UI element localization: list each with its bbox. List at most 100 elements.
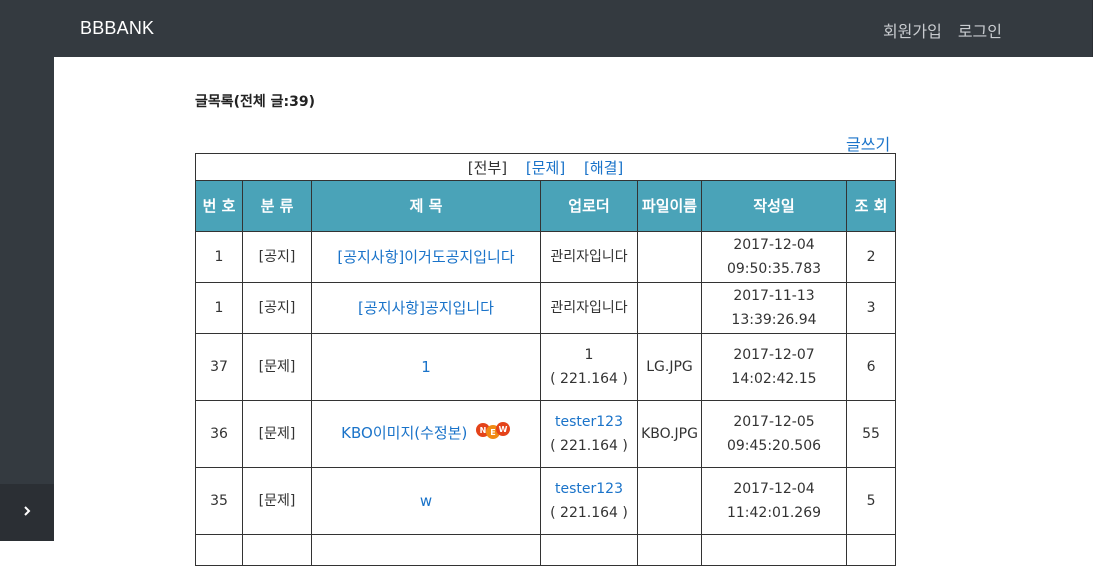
row-number: 35 [195,467,243,535]
created-date: 2017-12-04 [733,237,815,253]
chevron-right-icon [22,505,32,521]
main-content: 글목록(전체 글:39) 글쓰기 [전부] [문제] [해결] 번 호 분 류 … [54,57,1093,566]
row-uploader: tester123 ( 221.164 ) [540,400,638,468]
row-filename [637,534,702,566]
table-row [195,534,897,566]
svg-text:W: W [498,425,507,434]
row-created: 2017-11-13 13:39:26.94 [701,282,847,334]
column-header-created: 작성일 [701,180,847,232]
uploader-ip: ( 221.164 ) [550,505,628,521]
uploader-ip: ( 221.164 ) [550,438,628,454]
row-created: 2017-12-04 11:42:01.269 [701,467,847,535]
row-uploader: 1 ( 221.164 ) [540,333,638,401]
row-title-cell [311,534,541,566]
uploader-name[interactable]: tester123 [541,477,637,501]
row-uploader: 관리자입니다 [540,231,638,283]
uploader-name: 관리자입니다 [550,300,628,316]
row-views: 3 [845,282,897,334]
uploader-name: 1 [584,347,594,363]
row-filename [637,282,702,334]
table-row: 1 [공지] [공지사항]이거도공지입니다 관리자입니다 2017-12-04 0… [195,231,897,283]
table-row: 35 [문제] w tester123 ( 221.164 ) 2017-12-0… [195,467,897,535]
row-category: [공지] [242,282,312,334]
row-category: [공지] [242,231,312,283]
uploader-name[interactable]: tester123 [541,410,637,434]
created-date: 2017-11-13 [733,288,815,304]
row-title-cell: w [311,467,541,535]
row-number [195,534,243,566]
row-number: 37 [195,333,243,401]
row-uploader: tester123 ( 221.164 ) [540,467,638,535]
row-title-cell: [공지사항]공지입니다 [311,282,541,334]
table-row: 1 [공지] [공지사항]공지입니다 관리자입니다 2017-11-13 13:3… [195,282,897,334]
filter-row: [전부] [문제] [해결] [194,153,897,181]
row-filename: KBO.JPG [637,400,702,468]
row-filename [637,231,702,283]
created-time: 11:42:01.269 [726,505,822,521]
row-filename: LG.JPG [637,333,702,401]
row-category: [문제] [242,467,312,535]
svg-text:N: N [479,426,486,435]
row-uploader: 관리자입니다 [540,282,638,334]
column-header-views: 조 회 [845,180,897,232]
row-views: 2 [845,231,897,283]
column-header-number: 번 호 [195,180,243,232]
sidebar [0,0,54,541]
uploader-ip: ( 221.164 ) [550,371,628,387]
post-title-link[interactable]: 1 [421,358,431,376]
sidebar-toggle-button[interactable] [0,484,54,541]
row-category: [문제] [242,333,312,401]
filter-all[interactable]: [전부] [468,159,507,177]
filter-solved[interactable]: [해결] [584,159,623,177]
row-views: 5 [845,467,897,535]
post-title-link[interactable]: w [420,492,432,510]
row-views [845,534,897,566]
created-time: 09:45:20.506 [726,438,822,454]
brand-logo[interactable]: BBBANK [80,18,154,39]
column-header-category: 분 류 [242,180,312,232]
row-created: 2017-12-04 09:50:35.783 [701,231,847,283]
page-title: 글목록(전체 글:39) [195,94,316,110]
svg-text:E: E [490,428,495,437]
created-time: 14:02:42.15 [731,371,817,387]
write-post-link[interactable]: 글쓰기 [846,131,890,155]
column-header-uploader: 업로더 [540,180,638,232]
row-title-cell: 1 [311,333,541,401]
post-title-link[interactable]: KBO이미지(수정본) [341,424,467,442]
top-navbar: BBBANK 회원가입 로그인 [54,0,1093,57]
post-title-link[interactable]: [공지사항]공지입니다 [358,299,494,317]
row-category: [문제] [242,400,312,468]
post-table: [전부] [문제] [해결] 번 호 분 류 제 목 업로더 파일이름 작성일 … [194,153,897,566]
row-filename [637,467,702,535]
row-number: 1 [195,231,243,283]
new-badge-icon: N E W [475,421,511,447]
row-number: 36 [195,400,243,468]
post-title-link[interactable]: [공지사항]이거도공지입니다 [337,248,514,266]
row-title-cell: [공지사항]이거도공지입니다 [311,231,541,283]
table-header-row: 번 호 분 류 제 목 업로더 파일이름 작성일 조 회 [195,180,897,232]
row-category [242,534,312,566]
column-header-title: 제 목 [311,180,541,232]
row-created [701,534,847,566]
uploader-name: 관리자입니다 [550,249,628,265]
created-date: 2017-12-05 [733,414,815,430]
row-uploader [540,534,638,566]
user-nav: 회원가입 로그인 [883,18,1002,42]
created-time: 09:50:35.783 [726,261,822,277]
created-date: 2017-12-04 [733,481,815,497]
row-views: 6 [845,333,897,401]
row-title-cell: KBO이미지(수정본) N E W [311,400,541,468]
table-row: 36 [문제] KBO이미지(수정본) N E W tester123 ( 221… [195,400,897,468]
login-link[interactable]: 로그인 [958,18,1002,42]
signup-link[interactable]: 회원가입 [883,18,942,42]
row-number: 1 [195,282,243,334]
filter-problem[interactable]: [문제] [526,159,565,177]
row-created: 2017-12-07 14:02:42.15 [701,333,847,401]
row-created: 2017-12-05 09:45:20.506 [701,400,847,468]
filter-bar: [전부] [문제] [해결] [194,153,897,181]
row-views: 55 [845,400,897,468]
created-date: 2017-12-07 [733,347,815,363]
created-time: 13:39:26.94 [731,312,817,328]
column-header-filename: 파일이름 [637,180,702,232]
table-row: 37 [문제] 1 1 ( 221.164 ) LG.JPG 2017-12-07… [195,333,897,401]
